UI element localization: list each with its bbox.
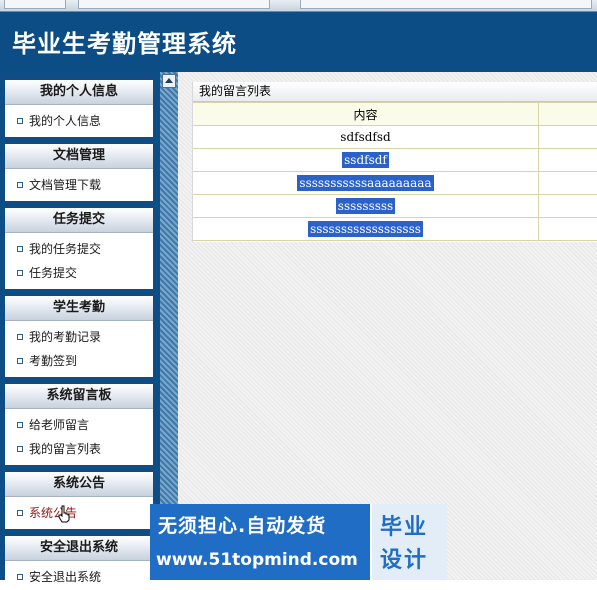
hand-cursor-icon: [58, 505, 70, 523]
table-header-row: 内容: [193, 103, 597, 126]
sidebar-item-logout[interactable]: 安全退出系统: [5, 566, 153, 590]
message-text[interactable]: ssdfsdf: [342, 152, 389, 168]
sidebar-item-task-submit[interactable]: 任务提交: [5, 262, 153, 286]
sidebar-section-title: 我的个人信息: [5, 80, 153, 105]
table-cell: [539, 218, 597, 241]
sidebar-item-attendance-checkin[interactable]: 考勤签到: [5, 350, 153, 374]
bullet-icon: [17, 246, 23, 252]
bullet-icon: [17, 358, 23, 364]
message-table: 内容 sdfsdfsd ssdfsdf sssssssssssaaaaaaaaa…: [193, 102, 597, 241]
message-content-cell: sdfsdfsd: [193, 126, 539, 149]
message-content-cell: ssssssssssssssssss: [193, 218, 539, 241]
panel-title: 我的留言列表: [193, 82, 597, 102]
message-content-cell: sssssssss: [193, 195, 539, 218]
app-header: 毕业生考勤管理系统: [0, 0, 597, 72]
top-strip-box: [4, 0, 66, 9]
sidebar-section-title: 系统公告: [5, 472, 153, 497]
sidebar-section-logout: 安全退出系统 安全退出系统: [5, 536, 153, 580]
top-strip-box: [300, 0, 592, 9]
table-row: ssdfsdf: [193, 149, 597, 172]
top-strip-box: [78, 0, 270, 9]
message-text[interactable]: sssssssssssaaaaaaaaa: [297, 175, 433, 191]
bullet-icon: [17, 270, 23, 276]
message-content-cell: ssdfsdf: [193, 149, 539, 172]
scroll-up-arrow-icon: [163, 75, 175, 87]
watermark-brand-line2: 设计: [380, 542, 428, 574]
column-header-content: 内容: [193, 103, 539, 126]
bullet-icon: [17, 446, 23, 452]
table-row: ssssssssssssssssss: [193, 218, 597, 241]
sidebar-item-my-attendance-records[interactable]: 我的考勤记录: [5, 326, 153, 350]
sidebar-section-attendance: 学生考勤 我的考勤记录 考勤签到: [5, 296, 153, 377]
watermark-brand-line1: 毕业: [380, 509, 428, 541]
table-row: sdfsdfsd: [193, 126, 597, 149]
sidebar-section-title: 任务提交: [5, 208, 153, 233]
scroll-up-button[interactable]: [162, 74, 176, 88]
watermark-slogan: 无须担心.自动发货: [158, 511, 326, 538]
sidebar-section-title: 文档管理: [5, 144, 153, 169]
table-cell: [539, 149, 597, 172]
message-text[interactable]: sssssssss: [336, 198, 395, 214]
sidebar-section-title: 系统留言板: [5, 384, 153, 409]
bullet-icon: [17, 510, 23, 516]
sidebar-section-message-board: 系统留言板 给老师留言 我的留言列表: [5, 384, 153, 465]
sidebar-item-message-teacher[interactable]: 给老师留言: [5, 414, 153, 438]
message-text[interactable]: ssssssssssssssssss: [308, 221, 423, 237]
message-content-cell: sssssssssssaaaaaaaaa: [193, 172, 539, 195]
browser-top-strip: [0, 0, 597, 12]
sidebar-section-documents: 文档管理 文档管理下载: [5, 144, 153, 201]
table-row: sssssssss: [193, 195, 597, 218]
sidebar-section-title: 学生考勤: [5, 296, 153, 321]
page-title: 毕业生考勤管理系统: [12, 24, 237, 59]
table-cell: [539, 195, 597, 218]
table-row: sssssssssssaaaaaaaaa: [193, 172, 597, 195]
sidebar-section-personal-info: 我的个人信息 我的个人信息: [5, 80, 153, 137]
bullet-icon: [17, 118, 23, 124]
bullet-icon: [17, 574, 23, 580]
sidebar-item-announcements[interactable]: 系统公告: [5, 502, 153, 526]
sidebar: 我的个人信息 我的个人信息 文档管理 文档管理下载 任务提交 我的任务提交 任务…: [0, 72, 160, 580]
message-list-panel: 我的留言列表 内容 sdfsdfsd ssdfsdf sssssssssssaa…: [192, 82, 597, 242]
table-cell: [539, 126, 597, 149]
column-header: [539, 103, 597, 126]
sidebar-section-announcements: 系统公告 系统公告: [5, 472, 153, 529]
sidebar-section-tasks: 任务提交 我的任务提交 任务提交: [5, 208, 153, 289]
bullet-icon: [17, 422, 23, 428]
bullet-icon: [17, 334, 23, 340]
sidebar-section-title: 安全退出系统: [5, 536, 153, 561]
sidebar-item-my-message-list[interactable]: 我的留言列表: [5, 438, 153, 462]
table-cell: [539, 172, 597, 195]
sidebar-item-document-download[interactable]: 文档管理下载: [5, 174, 153, 198]
watermark-url: www.51topmind.com: [156, 550, 358, 570]
sidebar-item-my-task-submissions[interactable]: 我的任务提交: [5, 238, 153, 262]
message-text[interactable]: sdfsdfsd: [340, 130, 390, 144]
sidebar-item-my-personal-info[interactable]: 我的个人信息: [5, 110, 153, 134]
bullet-icon: [17, 182, 23, 188]
